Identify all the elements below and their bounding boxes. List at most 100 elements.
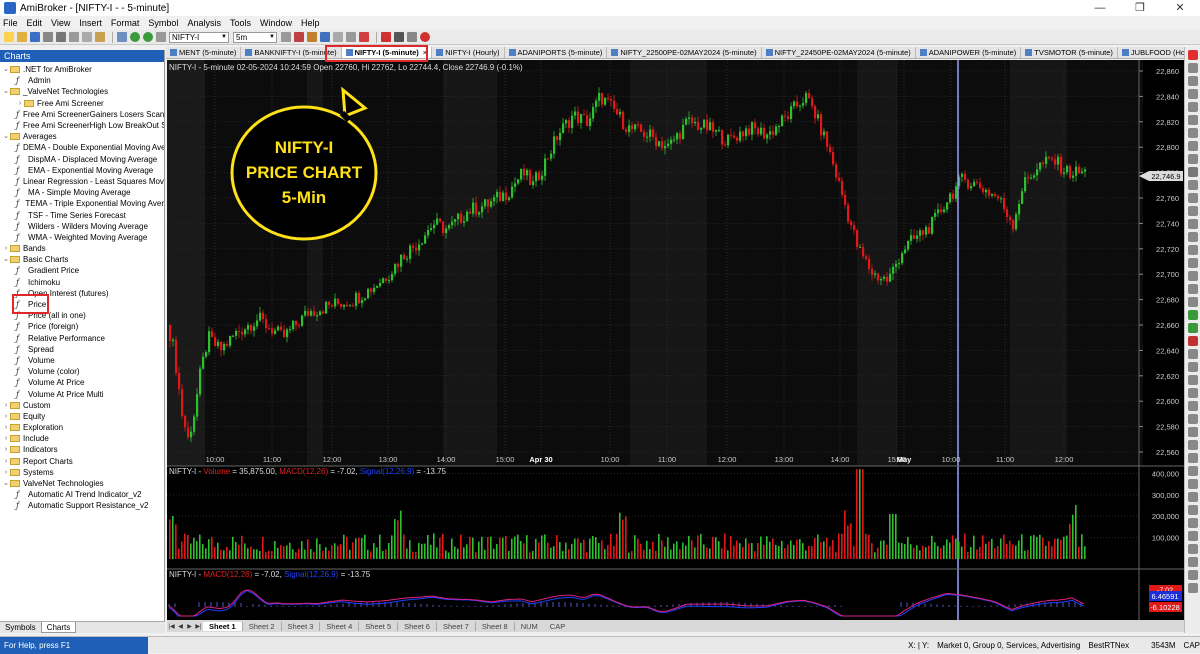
tree-formula[interactable]: ƒ Price (all in one) — [0, 310, 164, 321]
tree-formula[interactable]: ƒ Ichimoku — [0, 277, 164, 288]
drawing-tool-icon[interactable] — [1187, 310, 1198, 320]
tree-folder[interactable]: ⌄ ValveNet Technologies — [0, 478, 164, 489]
drawing-tool-icon[interactable] — [1187, 219, 1198, 229]
drawing-tool-icon[interactable] — [1187, 323, 1198, 333]
drawing-tool-icon[interactable] — [1187, 50, 1198, 60]
tree-folder[interactable]: › Exploration — [0, 422, 164, 433]
close-tab-icon[interactable]: × — [423, 47, 427, 58]
tree-folder[interactable]: › Bands — [0, 243, 164, 254]
sheet-tab[interactable]: Sheet 5 — [359, 621, 399, 631]
tree-folder[interactable]: ⌄ Averages — [0, 131, 164, 142]
drawing-tool-icon[interactable] — [1187, 128, 1198, 138]
tree-folder[interactable]: › Free Ami Screener — [0, 98, 164, 109]
drawing-tool-icon[interactable] — [1187, 466, 1198, 476]
document-tab[interactable]: NIFTY-I (5-minute) × — [341, 47, 433, 58]
paste-icon[interactable] — [95, 32, 105, 42]
menu-view[interactable]: View — [51, 18, 70, 28]
tree-formula[interactable]: ƒ TEMA - Triple Exponential Moving Aver — [0, 198, 164, 209]
expand-icon[interactable]: › — [2, 467, 10, 478]
tree-formula[interactable]: ƒ Gradient Price — [0, 265, 164, 276]
tree-formula[interactable]: ƒ Wilders - Wilders Moving Average — [0, 221, 164, 232]
sheet-tab[interactable]: Sheet 1 — [203, 621, 243, 631]
tree-folder[interactable]: ⌄ Basic Charts — [0, 254, 164, 265]
bars-icon[interactable] — [281, 32, 291, 42]
drawing-tool-icon[interactable] — [1187, 245, 1198, 255]
document-tab[interactable]: NIFTY_22450PE-02MAY2024 (5-minute) — [762, 47, 916, 58]
pen-icon[interactable] — [381, 32, 391, 42]
document-tab[interactable]: JUBLFOOD (Hourly) — [1118, 47, 1184, 58]
expand-icon[interactable]: › — [2, 411, 10, 422]
drawing-tool-icon[interactable] — [1187, 206, 1198, 216]
chart-window[interactable]: 22,86022,84022,82022,80022,78022,76022,7… — [167, 60, 1184, 620]
tree-formula[interactable]: ƒ Free Ami ScreenerHigh Low BreakOut S — [0, 120, 164, 131]
chart-canvas[interactable]: 22,86022,84022,82022,80022,78022,76022,7… — [167, 60, 1184, 620]
drawing-tool-icon[interactable] — [1187, 193, 1198, 203]
drawing-tool-icon[interactable] — [1187, 544, 1198, 554]
menu-window[interactable]: Window — [260, 18, 292, 28]
open-icon[interactable] — [17, 32, 27, 42]
expand-icon[interactable]: › — [2, 444, 10, 455]
forward-icon[interactable] — [143, 32, 153, 42]
prev-sheet-icon[interactable]: ◀ — [176, 623, 185, 630]
drawing-tool-icon[interactable] — [1187, 414, 1198, 424]
drawing-tool-icon[interactable] — [1187, 505, 1198, 515]
tree-formula[interactable]: ƒ Volume (color) — [0, 366, 164, 377]
drawing-tool-icon[interactable] — [1187, 583, 1198, 593]
print-icon[interactable] — [43, 32, 53, 42]
tree-folder[interactable]: ⌄ _ValveNet Technologies — [0, 86, 164, 97]
maximize-button[interactable]: ❐ — [1120, 0, 1160, 16]
tree-folder[interactable]: › Custom — [0, 400, 164, 411]
document-tab[interactable]: BANKNIFTY-I (5-minute) — [241, 47, 342, 58]
tree-formula[interactable]: ƒ Spread — [0, 344, 164, 355]
print-preview-icon[interactable] — [56, 32, 66, 42]
drawing-tool-icon[interactable] — [1187, 102, 1198, 112]
drawing-tool-icon[interactable] — [1187, 336, 1198, 346]
first-sheet-icon[interactable]: |◀ — [167, 623, 176, 630]
tree-formula[interactable]: ƒ Automatic AI Trend Indicator_v2 — [0, 489, 164, 500]
layout-icon[interactable] — [156, 32, 166, 42]
drawing-tool-icon[interactable] — [1187, 401, 1198, 411]
collapse-icon[interactable]: ⌄ — [2, 254, 10, 265]
expand-icon[interactable]: › — [2, 400, 10, 411]
tree-formula[interactable]: ƒ Volume At Price Multi — [0, 388, 164, 399]
tab-charts[interactable]: Charts — [40, 622, 77, 633]
expand-icon[interactable]: › — [2, 456, 10, 467]
drawing-tool-icon[interactable] — [1187, 63, 1198, 73]
tree-folder[interactable]: › Include — [0, 433, 164, 444]
tree-formula[interactable]: ƒ Price — [0, 299, 164, 310]
sheet-tab[interactable]: Sheet 7 — [437, 621, 476, 631]
tree-formula[interactable]: ƒ Volume At Price — [0, 377, 164, 388]
drawing-tool-icon[interactable] — [1187, 570, 1198, 580]
interval-combo[interactable]: 5m ▼ — [233, 31, 277, 43]
last-sheet-icon[interactable]: ▶| — [194, 623, 203, 630]
document-tab[interactable]: ADANIPORTS (5-minute) — [505, 47, 608, 58]
undo-icon[interactable] — [117, 32, 127, 42]
drawing-tool-icon[interactable] — [1187, 284, 1198, 294]
hand-icon[interactable] — [407, 32, 417, 42]
link-icon[interactable] — [346, 32, 356, 42]
drawing-tool-icon[interactable] — [1187, 180, 1198, 190]
drawing-tool-icon[interactable] — [1187, 297, 1198, 307]
tree-formula[interactable]: ƒ DispMA - Displaced Moving Average — [0, 154, 164, 165]
grid-icon[interactable] — [333, 32, 343, 42]
drawing-tool-icon[interactable] — [1187, 518, 1198, 528]
drawing-tool-icon[interactable] — [1187, 388, 1198, 398]
copy-icon[interactable] — [82, 32, 92, 42]
drawing-tool-icon[interactable] — [1187, 76, 1198, 86]
tree-formula[interactable]: ƒ Volume — [0, 355, 164, 366]
drawing-tool-icon[interactable] — [1187, 440, 1198, 450]
drawing-tool-icon[interactable] — [1187, 115, 1198, 125]
new-icon[interactable] — [4, 32, 14, 42]
tree-formula[interactable]: ƒ EMA - Exponential Moving Average — [0, 165, 164, 176]
back-icon[interactable] — [130, 32, 140, 42]
tree-formula[interactable]: ƒ TSF - Time Series Forecast — [0, 209, 164, 220]
drawing-tool-icon[interactable] — [1187, 531, 1198, 541]
candle-icon[interactable] — [294, 32, 304, 42]
menu-edit[interactable]: Edit — [27, 18, 43, 28]
expand-icon[interactable]: › — [2, 422, 10, 433]
tree-formula[interactable]: ƒ Relative Performance — [0, 333, 164, 344]
tree-formula[interactable]: ƒ WMA - Weighted Moving Average — [0, 232, 164, 243]
collapse-icon[interactable]: ⌄ — [2, 478, 10, 489]
menu-tools[interactable]: Tools — [230, 18, 251, 28]
drawing-tool-icon[interactable] — [1187, 479, 1198, 489]
